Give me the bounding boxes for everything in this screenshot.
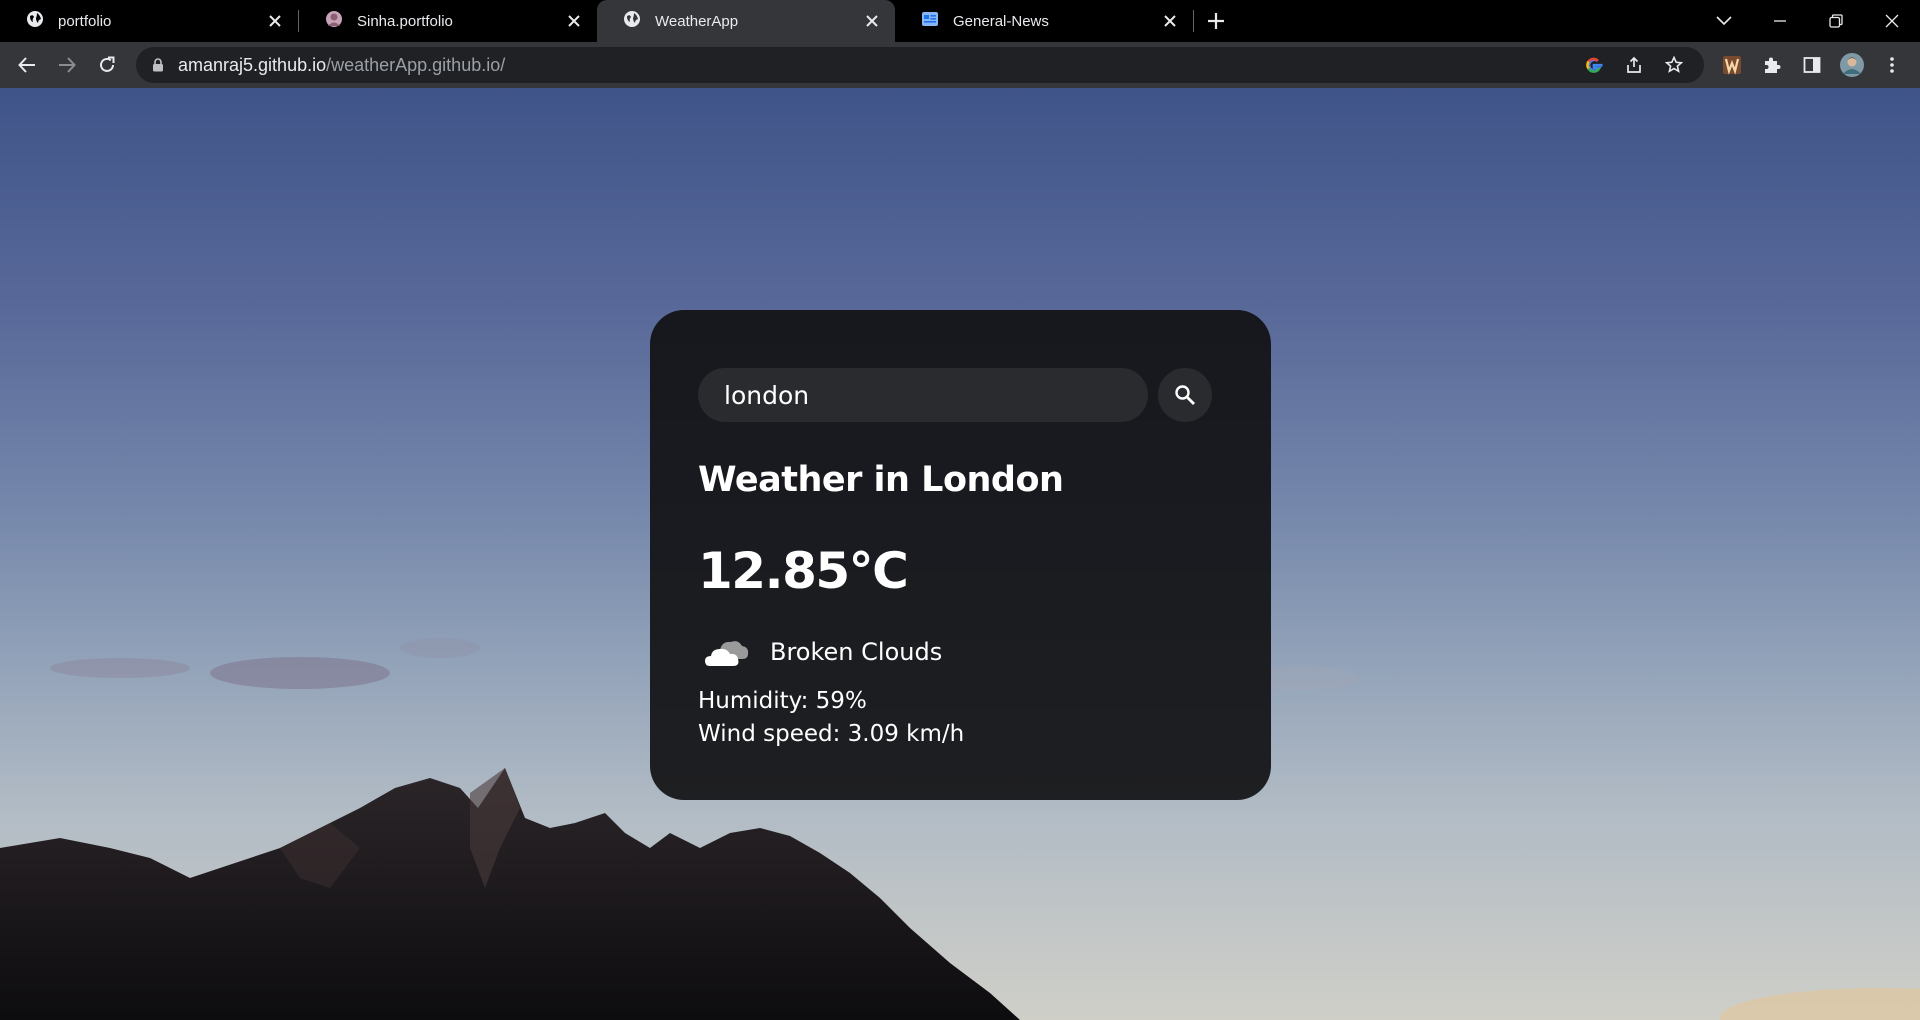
new-tab-button[interactable]: [1194, 0, 1238, 42]
weather-description: Broken Clouds: [770, 638, 943, 666]
tab-search-button[interactable]: [1696, 0, 1752, 42]
close-icon[interactable]: [565, 12, 583, 30]
search-icon: [1175, 385, 1195, 405]
share-icon: [1627, 56, 1641, 73]
close-icon[interactable]: [1161, 12, 1179, 30]
plus-icon: [1208, 13, 1224, 29]
extensions-menu-button[interactable]: [1752, 45, 1792, 85]
tab-title: Sinha.portfolio: [357, 12, 453, 30]
side-panel-button[interactable]: [1792, 45, 1832, 85]
url-host: amanraj5.github.io: [178, 54, 327, 75]
reload-icon: [100, 56, 115, 72]
url-path: /weatherApp.github.io/: [326, 54, 506, 75]
tab-sinha-portfolio[interactable]: Sinha.portfolio: [299, 0, 597, 42]
tab-title: portfolio: [58, 12, 112, 30]
globe-icon: [623, 10, 641, 32]
close-icon[interactable]: [266, 12, 284, 30]
avatar: [1840, 53, 1864, 77]
reload-button[interactable]: [87, 45, 127, 85]
tab-portfolio[interactable]: portfolio: [0, 0, 298, 42]
bookmark-button[interactable]: [1654, 47, 1694, 83]
extension-toolbar: [1712, 45, 1912, 85]
url-text[interactable]: amanraj5.github.io/weatherApp.github.io/: [178, 55, 1574, 76]
tab-title: WeatherApp: [655, 12, 739, 30]
star-icon: [1665, 56, 1683, 73]
avatar-favicon-icon: [325, 10, 343, 32]
wind-speed-text: Wind speed: 3.09 km/h: [698, 721, 965, 747]
search-bar: [698, 368, 1212, 422]
lock-icon[interactable]: [150, 57, 166, 73]
browser-menu-button[interactable]: [1872, 45, 1912, 85]
tab-strip: portfolio Sinha.portfolio WeatherApp Gen…: [0, 0, 1920, 42]
browser-toolbar: amanraj5.github.io/weatherApp.github.io/: [0, 42, 1920, 88]
tab-general-news[interactable]: General-News: [895, 0, 1193, 42]
weather-card: Weather in London 12.85°C Broken Clouds …: [650, 310, 1271, 800]
window-controls: [1696, 0, 1920, 42]
kebab-menu-icon: [1890, 57, 1894, 73]
page-viewport: Weather in London 12.85°C Broken Clouds …: [0, 88, 1920, 1020]
back-button[interactable]: [7, 45, 47, 85]
puzzle-icon: [1765, 57, 1781, 73]
google-lens-button[interactable]: [1574, 47, 1614, 83]
broken-clouds-icon: [705, 641, 749, 666]
weather-description-row: Broken Clouds: [704, 635, 942, 669]
minimize-button[interactable]: [1752, 0, 1808, 42]
restore-icon: [1829, 14, 1843, 28]
omnibox-actions: [1574, 47, 1694, 83]
humidity-text: Humidity: 59%: [698, 688, 867, 714]
arrow-left-icon: [18, 57, 35, 73]
extension-button[interactable]: [1712, 45, 1752, 85]
news-icon: [921, 10, 939, 32]
share-button[interactable]: [1614, 47, 1654, 83]
extension-logo-icon: [1723, 56, 1741, 75]
minimize-icon: [1774, 20, 1786, 22]
globe-icon: [26, 10, 44, 32]
profile-avatar-button[interactable]: [1832, 45, 1872, 85]
search-button[interactable]: [1158, 368, 1212, 422]
side-panel-icon: [1803, 57, 1821, 73]
google-icon: [1586, 57, 1603, 73]
close-window-button[interactable]: [1864, 0, 1920, 42]
close-icon: [1885, 14, 1899, 28]
address-bar[interactable]: amanraj5.github.io/weatherApp.github.io/: [136, 47, 1704, 83]
temperature: 12.85°C: [698, 542, 909, 600]
arrow-right-icon: [59, 57, 76, 73]
tab-title: General-News: [953, 12, 1049, 30]
restore-button[interactable]: [1808, 0, 1864, 42]
close-icon[interactable]: [863, 12, 881, 30]
city-title: Weather in London: [698, 460, 1064, 500]
chevron-down-icon: [1716, 16, 1732, 26]
tab-weatherapp[interactable]: WeatherApp: [597, 0, 895, 42]
forward-button[interactable]: [47, 45, 87, 85]
city-search-input[interactable]: [698, 368, 1148, 422]
